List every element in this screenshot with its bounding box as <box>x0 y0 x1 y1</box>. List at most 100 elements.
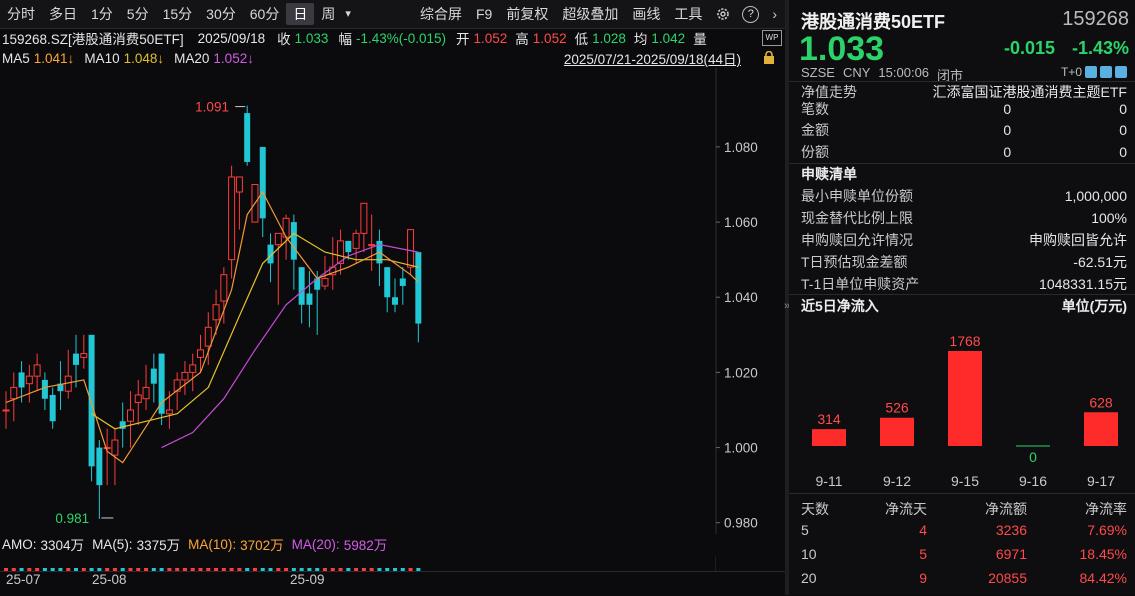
candle-body-down <box>41 379 48 399</box>
sub-row-label: T日预估现金差额 <box>801 254 908 270</box>
cell-net-rate: 84.42% <box>1079 570 1127 586</box>
candle-body-down <box>96 447 103 486</box>
candlestick-chart[interactable]: 1.080 1.060 1.040 1.020 1.000 0.980 1.091 0.981 <box>0 68 785 534</box>
tool-draw-line[interactable]: 画线 <box>625 3 667 25</box>
stat-value-a: 0 <box>1003 144 1012 160</box>
close-label: 收 <box>277 32 291 47</box>
inflow-category-label: 9-12 <box>883 473 911 489</box>
lock-icon[interactable] <box>763 50 775 64</box>
period-weekly[interactable]: 周 <box>314 3 342 25</box>
col-net-days: 净流天 <box>885 501 927 517</box>
y-tick-label: 1.060 <box>724 215 758 230</box>
period-multi-day[interactable]: 多日 <box>42 3 84 25</box>
change-value: -1.43%(-0.015) <box>355 30 446 46</box>
sub-row-value: 100% <box>1091 210 1127 226</box>
high-label: 高 <box>515 32 529 47</box>
tool-tools[interactable]: 工具 <box>667 3 709 25</box>
panel-change-pct: -1.43% <box>1071 38 1129 58</box>
period-daily[interactable]: 日 <box>286 3 315 25</box>
cell-net-amount: 6971 <box>995 546 1027 562</box>
wp-icon[interactable]: WP <box>762 30 782 46</box>
open-value: 1.052 <box>473 30 508 46</box>
stat-row: 笔数 0 0 <box>801 98 1127 120</box>
period-5min[interactable]: 5分 <box>120 3 156 25</box>
sub-row-value: 申购赎回皆允许 <box>1029 232 1127 248</box>
candle-body-up <box>189 364 197 373</box>
candle-body-up <box>407 229 415 268</box>
candle-body-down <box>73 353 80 365</box>
stat-value-a: 0 <box>1003 122 1012 138</box>
candle-body-down <box>88 334 95 467</box>
sub-row-label: T-1日单位申赎资产 <box>801 276 920 292</box>
y-tick-label: 0.980 <box>724 516 758 531</box>
amo-ma10-label: MA(10): <box>188 536 237 552</box>
period-intraday[interactable]: 分时 <box>0 3 42 25</box>
candle-body-up <box>2 409 10 412</box>
stat-value-b: 0 <box>1119 122 1127 138</box>
date-range[interactable]: 2025/07/21-2025/09/18(44日) <box>564 48 741 68</box>
candle-body-up <box>165 409 173 415</box>
t0-group: T+0 <box>1061 65 1127 79</box>
low-value: 1.028 <box>592 30 626 46</box>
stat-value-b: 0 <box>1119 101 1127 117</box>
cell-net-days: 5 <box>919 546 927 562</box>
candle-body-up <box>25 375 33 385</box>
security-code-name: 159268.SZ[港股通消费50ETF] <box>2 32 184 47</box>
x-axis: 25-07 25-08 25-09 <box>0 571 785 596</box>
tool-forward-adjust[interactable]: 前复权 <box>499 3 555 25</box>
sub-row: 申购赎回允许情况 申购赎回皆允许 <box>801 229 1127 251</box>
candle-body-down <box>290 222 297 260</box>
inflow-bar <box>1084 412 1118 446</box>
y-tick-label: 1.000 <box>724 441 758 456</box>
stat-label: 金额 <box>801 122 829 138</box>
period-dropdown-icon[interactable]: ▾ <box>342 3 354 25</box>
table-row: 10 5 6971 18.45% <box>801 544 1127 566</box>
tool-super-overlay[interactable]: 超级叠加 <box>555 3 625 25</box>
help-icon[interactable]: ? <box>742 5 760 23</box>
inflow-category-label: 9-15 <box>951 473 979 489</box>
flow-table-header: 天数 净流天 净流额 净流率 <box>801 497 1127 519</box>
info-icon[interactable] <box>1100 66 1112 78</box>
expand-icon[interactable] <box>1115 66 1127 78</box>
candle-body-down <box>392 297 398 305</box>
amo-ma20-value: 5982万 <box>343 538 388 553</box>
inflow-category-label: 9-11 <box>816 473 843 489</box>
stat-row: 份额 0 0 <box>801 141 1127 163</box>
flow-title-row: 近5日净流入 单位(万元) <box>801 295 1127 317</box>
x-label-jul: 25-07 <box>6 572 41 587</box>
amo-ma5-label: MA(5): <box>92 536 133 552</box>
inflow-value-label: 0 <box>1029 449 1037 465</box>
edit-icon[interactable] <box>1085 66 1097 78</box>
sub-row: 现金替代比例上限 100% <box>801 207 1127 229</box>
stat-value-a: 0 <box>1003 101 1012 117</box>
t0-label: T+0 <box>1060 65 1082 79</box>
cell-net-days: 9 <box>919 570 927 586</box>
inflow-value-label: 314 <box>817 411 841 427</box>
sub-row-label: 申购赎回允许情况 <box>801 232 913 248</box>
tool-composite-screen[interactable]: 综合屏 <box>413 3 469 25</box>
period-1min[interactable]: 1分 <box>84 3 120 25</box>
sub-row-value: 1048331.15元 <box>1039 276 1127 292</box>
period-15min[interactable]: 15分 <box>156 3 200 25</box>
sub-row-value: 1,000,000 <box>1064 188 1127 204</box>
subscription-title-row: 申赎清单 <box>801 163 1127 185</box>
cell-net-amount: 3236 <box>995 522 1027 538</box>
chevron-right-icon[interactable]: › <box>772 6 777 22</box>
candle-body-up <box>142 386 150 400</box>
candle-body-up <box>321 277 329 287</box>
period-60min[interactable]: 60分 <box>243 3 287 25</box>
amo-label: AMO: <box>2 536 37 552</box>
stat-value-b: 0 <box>1119 144 1127 160</box>
ma20-label: MA20 <box>174 50 210 66</box>
cell-days: 20 <box>801 570 817 586</box>
sub-row: 最小申赎单位份额 1,000,000 <box>801 185 1127 207</box>
settings-icon[interactable] <box>715 6 731 22</box>
candle-body-up <box>360 202 368 234</box>
candle-body-up <box>235 176 243 193</box>
tool-f9[interactable]: F9 <box>469 3 499 25</box>
amount-chart <box>4 556 716 572</box>
period-30min[interactable]: 30分 <box>199 3 243 25</box>
sub-row: T-1日单位申赎资产 1048331.15元 <box>801 273 1127 295</box>
candle-body-down <box>259 146 266 219</box>
panel-change: -0.015 <box>1003 38 1055 58</box>
